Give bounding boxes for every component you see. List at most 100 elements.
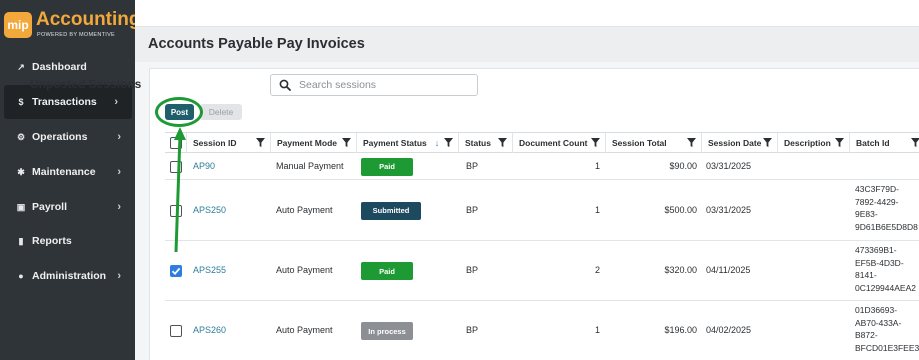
session-date-cell: 03/31/2025 — [706, 204, 752, 215]
sidebar-item-label: Dashboard — [32, 61, 87, 73]
search-icon — [279, 79, 291, 91]
page-title: Accounts Payable Pay Invoices — [148, 36, 365, 52]
batch-id-cell: 473369B1- EF5B-4D3D- 8141- 0C129944AEA2 — [855, 245, 916, 293]
session-date-cell: 03/31/2025 — [706, 160, 752, 171]
chevron-right-icon: › — [117, 166, 121, 178]
filter-icon[interactable] — [835, 138, 844, 147]
session-total-cell: $90.00 — [669, 160, 697, 171]
search-input[interactable] — [299, 79, 469, 91]
app-logo[interactable]: mip Accounting POWERED BY MOMENTIVE — [4, 8, 141, 42]
filter-icon[interactable] — [342, 138, 351, 147]
document-count-cell: 2 — [594, 265, 600, 275]
payment-status-badge: In process — [361, 322, 413, 340]
sidebar-item-label: Payroll — [32, 201, 68, 213]
filter-icon[interactable] — [444, 138, 453, 147]
table-row[interactable]: APS250 Auto Payment Submitted BP 1 $500.00 03/… — [165, 180, 919, 241]
sidebar-item-label: Operations — [32, 131, 88, 143]
status-cell: BP — [466, 160, 479, 171]
session-date-cell: 04/02/2025 — [706, 325, 752, 335]
chevron-right-icon: › — [114, 96, 118, 108]
wrench-icon: ✱ — [17, 166, 25, 177]
column-header-session-total[interactable]: Session Total — [605, 133, 701, 153]
chevron-right-icon: › — [117, 131, 121, 143]
column-header-label: Session Total — [612, 138, 667, 148]
users-icon: ● — [18, 271, 24, 281]
sort-arrow-icon[interactable]: ↓ — [435, 138, 440, 148]
sidebar-item-label: Reports — [32, 235, 72, 247]
payment-mode-cell: Auto Payment — [276, 204, 333, 215]
sidebar: mip Accounting POWERED BY MOMENTIVE ↗ Das… — [0, 0, 141, 360]
logo-subtitle: POWERED BY MOMENTIVE — [37, 32, 116, 38]
column-header-label: Payment Status — [363, 138, 427, 148]
session-total-cell: $320.00 — [664, 265, 697, 275]
delete-button[interactable]: Delete — [200, 104, 242, 120]
search-box[interactable] — [270, 74, 478, 96]
filter-icon[interactable] — [256, 138, 265, 147]
row-checkbox[interactable] — [170, 325, 182, 337]
file-icon: ▮ — [18, 235, 24, 246]
column-header-label: Document Count — [519, 138, 588, 148]
row-checkbox[interactable] — [170, 160, 182, 173]
column-header-document-count[interactable]: Document Count — [512, 133, 605, 153]
column-header-payment-mode[interactable]: Payment Mode — [270, 133, 356, 153]
column-header-batch-id[interactable]: Batch Id — [849, 133, 919, 153]
chart-line-icon: ↗ — [17, 61, 25, 72]
chevron-right-icon: › — [117, 201, 121, 213]
sidebar-item-operations[interactable]: ⚙ Operations › — [0, 120, 135, 154]
column-header-status[interactable]: Status — [458, 133, 512, 153]
logo-title: Accounting — [36, 9, 141, 30]
session-id-link[interactable]: AP90 — [193, 161, 215, 171]
payment-status-badge: Submitted — [361, 201, 421, 220]
payment-status-badge: Paid — [361, 157, 413, 176]
sidebar-item-label: Maintenance — [32, 166, 96, 178]
document-count-cell: 1 — [594, 160, 600, 171]
column-header-label: Status — [465, 138, 491, 148]
filter-icon[interactable] — [687, 138, 696, 147]
status-cell: BP — [466, 265, 479, 275]
payment-mode-cell: Manual Payment — [276, 160, 344, 171]
payment-mode-cell: Auto Payment — [276, 265, 333, 275]
sidebar-item-payroll[interactable]: ▣ Payroll › — [0, 190, 135, 224]
logo-badge: mip — [4, 12, 32, 38]
top-bar — [135, 0, 919, 27]
payment-mode-cell: Auto Payment — [276, 325, 333, 335]
column-header-payment-status[interactable]: Payment Status ↓ — [356, 133, 458, 153]
column-header-label: Session ID — [193, 138, 237, 148]
column-header-label: Payment Mode — [277, 138, 337, 148]
post-button[interactable]: Post — [165, 104, 194, 120]
sidebar-item-label: Transactions — [32, 96, 97, 108]
row-checkbox[interactable] — [170, 204, 182, 217]
sidebar-item-reports[interactable]: ▮ Reports — [0, 224, 135, 258]
chevron-right-icon: › — [117, 270, 121, 282]
sidebar-item-maintenance[interactable]: ✱ Maintenance › — [0, 155, 135, 189]
session-id-link[interactable]: APS255 — [193, 265, 226, 275]
column-header-label: Session Date — [708, 138, 762, 148]
money-bill-icon: ▣ — [16, 201, 26, 212]
table-row[interactable]: APS260 Auto Payment In process BP 1 $196.00 04… — [165, 301, 919, 360]
dollar-icon: $ — [18, 97, 24, 107]
batch-id-cell: 43C3F79D- 7892-4429- 9E83- 9D61B6E5D8D8 — [855, 184, 918, 232]
column-header-description[interactable]: Description — [777, 133, 849, 153]
payment-status-badge: Paid — [361, 262, 413, 280]
table-header: Session ID Payment Mode Payment Status ↓ Sta… — [165, 132, 919, 153]
session-total-cell: $196.00 — [664, 325, 697, 335]
column-header-session-date[interactable]: Session Date — [701, 133, 777, 153]
column-header-label: Batch Id — [856, 138, 890, 148]
filter-icon[interactable] — [763, 138, 772, 147]
table-row[interactable]: APS255 Auto Payment Paid BP 2 $320.00 04/11/20… — [165, 241, 919, 301]
status-cell: BP — [466, 204, 479, 215]
select-all-checkbox[interactable] — [170, 137, 182, 149]
batch-id-cell: 01D36693- AB70-433A- B872- BFCD01E3FEE3 — [855, 305, 919, 353]
row-checkbox[interactable] — [170, 265, 182, 277]
filter-icon[interactable] — [498, 138, 507, 147]
table-row[interactable]: AP90 Manual Payment Paid BP 1 $90.00 03/31/202… — [165, 153, 919, 180]
session-date-cell: 04/11/2025 — [706, 265, 751, 275]
column-header-session-id[interactable]: Session ID — [186, 133, 270, 153]
filter-icon[interactable] — [591, 138, 600, 147]
session-id-link[interactable]: APS250 — [193, 205, 226, 215]
filter-icon[interactable] — [911, 138, 919, 147]
document-count-cell: 1 — [594, 325, 600, 335]
column-header-label: Description — [784, 138, 831, 148]
session-id-link[interactable]: APS260 — [193, 325, 226, 335]
sidebar-item-administration[interactable]: ● Administration › — [0, 259, 135, 293]
